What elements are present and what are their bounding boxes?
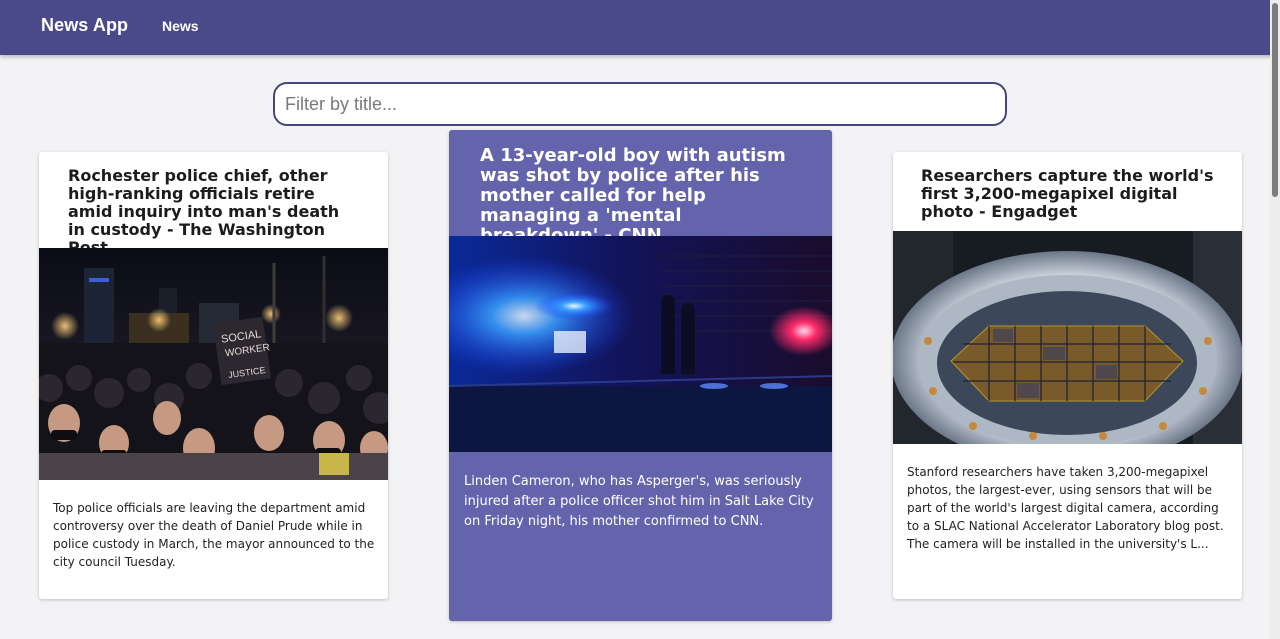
article-image: SOCIAL WORKER JUSTICE xyxy=(39,248,388,480)
nav-link-news[interactable]: News xyxy=(162,18,199,34)
scrollbar[interactable] xyxy=(1270,0,1280,639)
article-image xyxy=(893,231,1242,444)
article-title: Rochester police chief, other high-ranki… xyxy=(68,166,340,257)
article-image xyxy=(449,236,832,452)
filter-input[interactable] xyxy=(273,82,1007,126)
article-title: A 13-year-old boy with autism was shot b… xyxy=(480,145,786,246)
article-card[interactable]: Rochester police chief, other high-ranki… xyxy=(39,152,388,599)
article-title: Researchers capture the world's first 3,… xyxy=(921,166,1214,221)
app-title[interactable]: News App xyxy=(41,15,128,36)
article-description: Linden Cameron, who has Asperger's, was … xyxy=(464,474,814,529)
article-description: Top police officials are leaving the dep… xyxy=(53,501,375,569)
article-description: Stanford researchers have taken 3,200-me… xyxy=(907,465,1224,551)
article-card[interactable]: Researchers capture the world's first 3,… xyxy=(893,152,1242,599)
scrollbar-thumb[interactable] xyxy=(1272,3,1278,197)
article-card-highlighted[interactable]: A 13-year-old boy with autism was shot b… xyxy=(449,130,832,621)
app-bar: News App News xyxy=(0,0,1280,55)
